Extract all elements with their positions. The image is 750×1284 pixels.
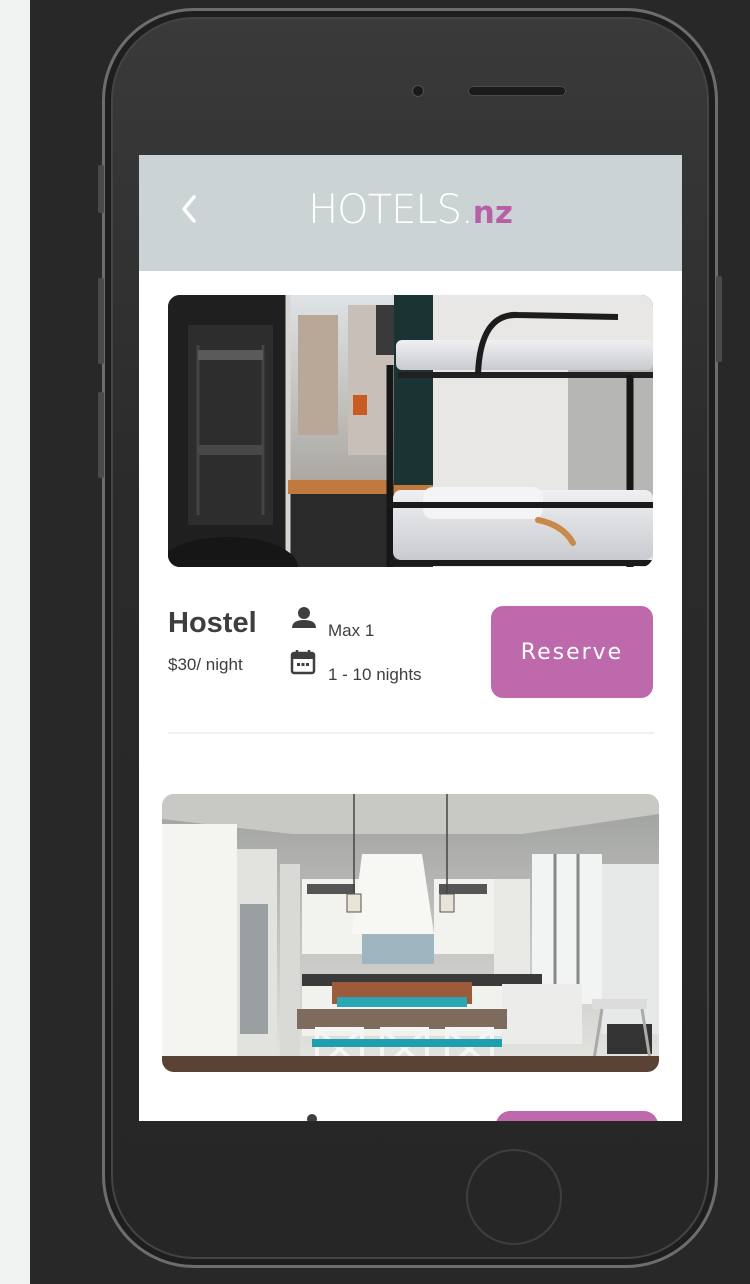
app-screen: HOTELS.nz Hostel $30/ night Max 1 1 - 10… <box>139 155 682 1121</box>
calendar-icon <box>290 649 316 679</box>
logo-main: HOTELS. <box>308 187 474 233</box>
volume-down-button <box>98 392 104 478</box>
listing-title: Hostel <box>168 607 257 639</box>
volume-up-button <box>98 278 104 364</box>
person-icon <box>291 606 317 634</box>
reserve-button[interactable] <box>496 1111 658 1121</box>
night-range-text: 1 - 10 nights <box>328 665 422 684</box>
person-icon <box>305 1111 319 1121</box>
listing-photo-kitchen[interactable] <box>162 794 659 1072</box>
listing-divider <box>168 732 654 734</box>
earpiece-speaker <box>468 86 566 96</box>
listing-photo-hostel[interactable] <box>168 295 653 567</box>
front-camera <box>412 85 424 97</box>
mute-switch <box>98 165 104 213</box>
reserve-button[interactable]: Reserve <box>491 606 653 698</box>
listing-price: $30/ night <box>168 655 243 674</box>
app-header: HOTELS.nz <box>139 155 682 271</box>
power-button <box>716 276 722 362</box>
app-logo: HOTELS.nz <box>139 185 682 238</box>
home-button[interactable] <box>466 1149 562 1245</box>
max-guests-text: Max 1 <box>328 621 375 640</box>
logo-suffix: nz <box>472 195 513 231</box>
